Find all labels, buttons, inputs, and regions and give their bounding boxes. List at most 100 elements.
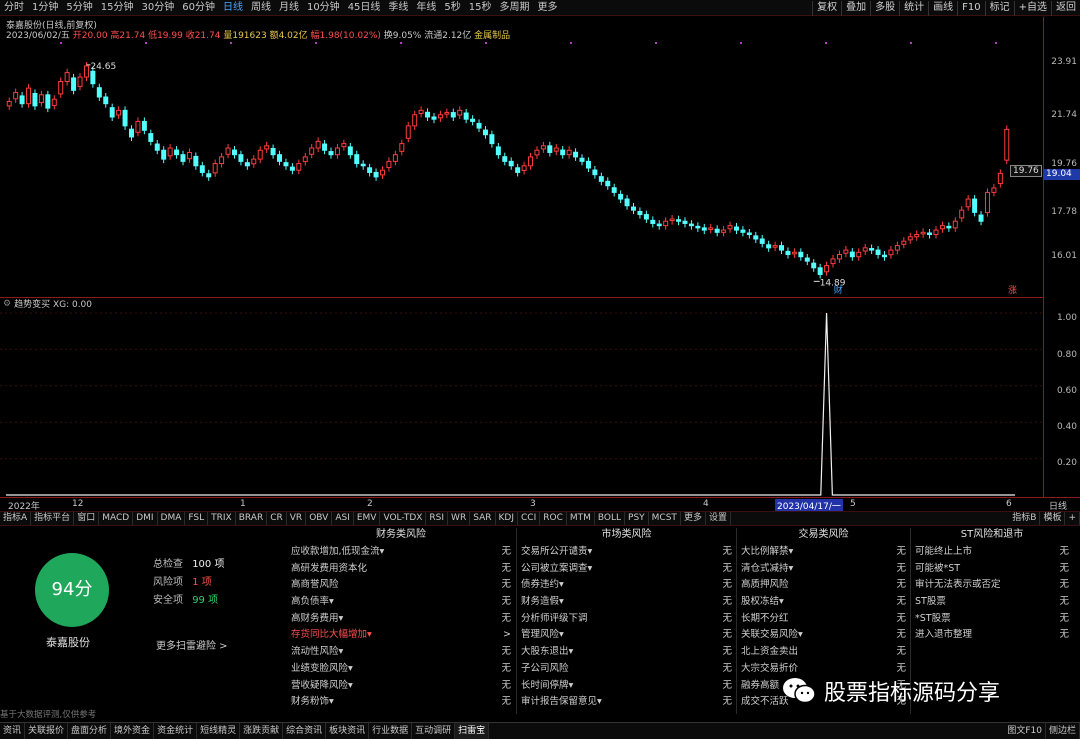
bottom-tab-5[interactable]: 短线精灵 <box>197 723 241 739</box>
bottom-tab-1[interactable]: 关联报价 <box>25 723 69 739</box>
candlestick-chart[interactable]: 24.6514.89财涨 <box>0 40 1043 296</box>
risk-item[interactable]: 北上资金卖出 无 <box>737 644 910 661</box>
bottom-tab-7[interactable]: 综合资讯 <box>283 723 327 739</box>
indicator-tab-6[interactable]: FSL <box>185 512 209 525</box>
indicator-tab-13[interactable]: EMV <box>354 512 381 525</box>
period-tab-0[interactable]: 分时 <box>0 0 28 16</box>
toolbar-button-8[interactable]: 返回 <box>1051 0 1080 16</box>
indicator-chart[interactable] <box>0 309 1043 497</box>
risk-item[interactable]: 存货同比大幅增加▾ > <box>287 627 515 644</box>
bottom-tab-9[interactable]: 行业数据 <box>369 723 413 739</box>
indicator-tab-22[interactable]: BOLL <box>595 512 626 525</box>
period-tab-3[interactable]: 15分钟 <box>97 0 138 16</box>
toolbar-button-4[interactable]: 画线 <box>928 0 957 16</box>
indicator-tab-14[interactable]: VOL-TDX <box>380 512 427 525</box>
period-tab-15[interactable]: 多周期 <box>496 0 534 16</box>
indicator-tab-23[interactable]: PSY <box>625 512 649 525</box>
risk-item[interactable]: 股权冻结▾ 无 <box>737 594 910 611</box>
bottom-tab-right-0[interactable]: 图文F10 <box>1004 723 1046 739</box>
period-tab-11[interactable]: 季线 <box>384 0 412 16</box>
risk-item[interactable]: 可能被*ST 无 <box>911 561 1073 578</box>
indicator-tab-20[interactable]: ROC <box>540 512 567 525</box>
risk-item[interactable]: 债券违约▾ 无 <box>517 577 736 594</box>
risk-item[interactable]: 流动性风险▾ 无 <box>287 644 515 661</box>
risk-item[interactable]: 长期不分红 无 <box>737 611 910 628</box>
indicator-tab-4[interactable]: DMI <box>133 512 158 525</box>
indicator-tab-21[interactable]: MTM <box>567 512 595 525</box>
period-tab-14[interactable]: 15秒 <box>465 0 496 16</box>
risk-item[interactable]: 交易所公开谴责▾ 无 <box>517 544 736 561</box>
toolbar-button-0[interactable]: 复权 <box>812 0 841 16</box>
period-tab-12[interactable]: 年线 <box>412 0 440 16</box>
bottom-tab-8[interactable]: 板块资讯 <box>326 723 370 739</box>
bottom-tab-4[interactable]: 资金统计 <box>154 723 198 739</box>
toolbar-button-6[interactable]: 标记 <box>984 0 1014 16</box>
indicator-tab-5[interactable]: DMA <box>158 512 186 525</box>
toolbar-button-7[interactable]: +自选 <box>1013 0 1051 16</box>
period-tab-4[interactable]: 30分钟 <box>137 0 178 16</box>
period-tab-16[interactable]: 更多 <box>534 0 562 16</box>
risk-item[interactable]: 营收疑降风险▾ 无 <box>287 678 515 695</box>
risk-item[interactable]: 分析师评级下调 无 <box>517 611 736 628</box>
indicator-tab-19[interactable]: CCI <box>518 512 541 525</box>
risk-item[interactable]: 管理风险▾ 无 <box>517 627 736 644</box>
period-tab-6[interactable]: 日线 <box>219 0 247 16</box>
indicator-tab-26[interactable]: 设置 <box>706 512 731 525</box>
risk-item[interactable]: 高财务费用▾ 无 <box>287 611 515 628</box>
risk-item[interactable]: 审计报告保留意见▾ 无 <box>517 694 736 711</box>
indicator-tab-16[interactable]: WR <box>448 512 471 525</box>
risk-item[interactable]: 财务粉饰▾ 无 <box>287 694 515 711</box>
indicator-tab-18[interactable]: KDJ <box>496 512 518 525</box>
more-scan-link[interactable]: 更多扫雷避险 > <box>156 637 228 652</box>
limit-up-marker[interactable]: 涨 <box>1008 285 1017 296</box>
indicator-tab-15[interactable]: RSI <box>426 512 449 525</box>
indicator-tab-8[interactable]: BRAR <box>236 512 268 525</box>
risk-item[interactable]: 高商誉风险 无 <box>287 577 515 594</box>
risk-item[interactable]: ST股票 无 <box>911 594 1073 611</box>
period-tab-5[interactable]: 60分钟 <box>178 0 219 16</box>
indicator-tab-2[interactable]: 窗口 <box>74 512 100 525</box>
period-tab-1[interactable]: 1分钟 <box>28 0 62 16</box>
risk-item[interactable]: 可能终止上市 无 <box>911 544 1073 561</box>
period-tab-7[interactable]: 周线 <box>247 0 275 16</box>
indicator-tab-0[interactable]: 指标A <box>0 512 32 525</box>
risk-item[interactable]: 进入退市整理 无 <box>911 627 1073 644</box>
indicator-tab-right-0[interactable]: 指标B <box>1009 512 1041 525</box>
indicator-tab-7[interactable]: TRIX <box>208 512 236 525</box>
risk-item[interactable]: 高研发费用资本化 无 <box>287 561 515 578</box>
indicator-tab-1[interactable]: 指标平台 <box>31 512 75 525</box>
risk-item[interactable]: 大股东退出▾ 无 <box>517 644 736 661</box>
risk-item[interactable]: 高质押风险 无 <box>737 577 910 594</box>
toolbar-button-3[interactable]: 统计 <box>899 0 928 16</box>
bottom-tab-right-1[interactable]: 侧边栏 <box>1046 723 1080 739</box>
risk-item[interactable]: 公司被立案调查▾ 无 <box>517 561 736 578</box>
indicator-tab-9[interactable]: CR <box>267 512 287 525</box>
toolbar-button-2[interactable]: 多股 <box>870 0 899 16</box>
period-tab-8[interactable]: 月线 <box>275 0 303 16</box>
risk-item[interactable]: 清仓式减持▾ 无 <box>737 561 910 578</box>
period-tab-10[interactable]: 45日线 <box>344 0 385 16</box>
indicator-tab-3[interactable]: MACD <box>99 512 134 525</box>
toolbar-button-5[interactable]: F10 <box>957 0 984 16</box>
period-tab-2[interactable]: 5分钟 <box>62 0 96 16</box>
risk-item[interactable]: 财务造假▾ 无 <box>517 594 736 611</box>
indicator-tab-right-1[interactable]: 模板 <box>1040 512 1066 525</box>
indicator-tab-17[interactable]: SAR <box>470 512 496 525</box>
risk-item[interactable]: 业绩变脸风险▾ 无 <box>287 661 515 678</box>
risk-item[interactable]: 子公司风险 无 <box>517 661 736 678</box>
risk-item[interactable]: 应收款增加,低现金流▾ 无 <box>287 544 515 561</box>
risk-item[interactable]: 关联交易风险▾ 无 <box>737 627 910 644</box>
bottom-tab-6[interactable]: 涨跌贡献 <box>240 723 284 739</box>
indicator-tab-10[interactable]: VR <box>287 512 307 525</box>
finance-marker[interactable]: 财 <box>834 284 843 296</box>
indicator-icon[interactable]: ⚙ <box>0 299 14 309</box>
indicator-tab-11[interactable]: OBV <box>306 512 333 525</box>
indicator-tab-right-2[interactable]: + <box>1065 512 1080 525</box>
bottom-tab-3[interactable]: 境外资金 <box>111 723 155 739</box>
risk-item[interactable]: 大比例解禁▾ 无 <box>737 544 910 561</box>
risk-item[interactable]: 审计无法表示或否定 无 <box>911 577 1073 594</box>
indicator-tab-12[interactable]: ASI <box>332 512 354 525</box>
indicator-tab-25[interactable]: 更多 <box>681 512 706 525</box>
bottom-tab-2[interactable]: 盘面分析 <box>68 723 112 739</box>
risk-item[interactable]: *ST股票 无 <box>911 611 1073 628</box>
